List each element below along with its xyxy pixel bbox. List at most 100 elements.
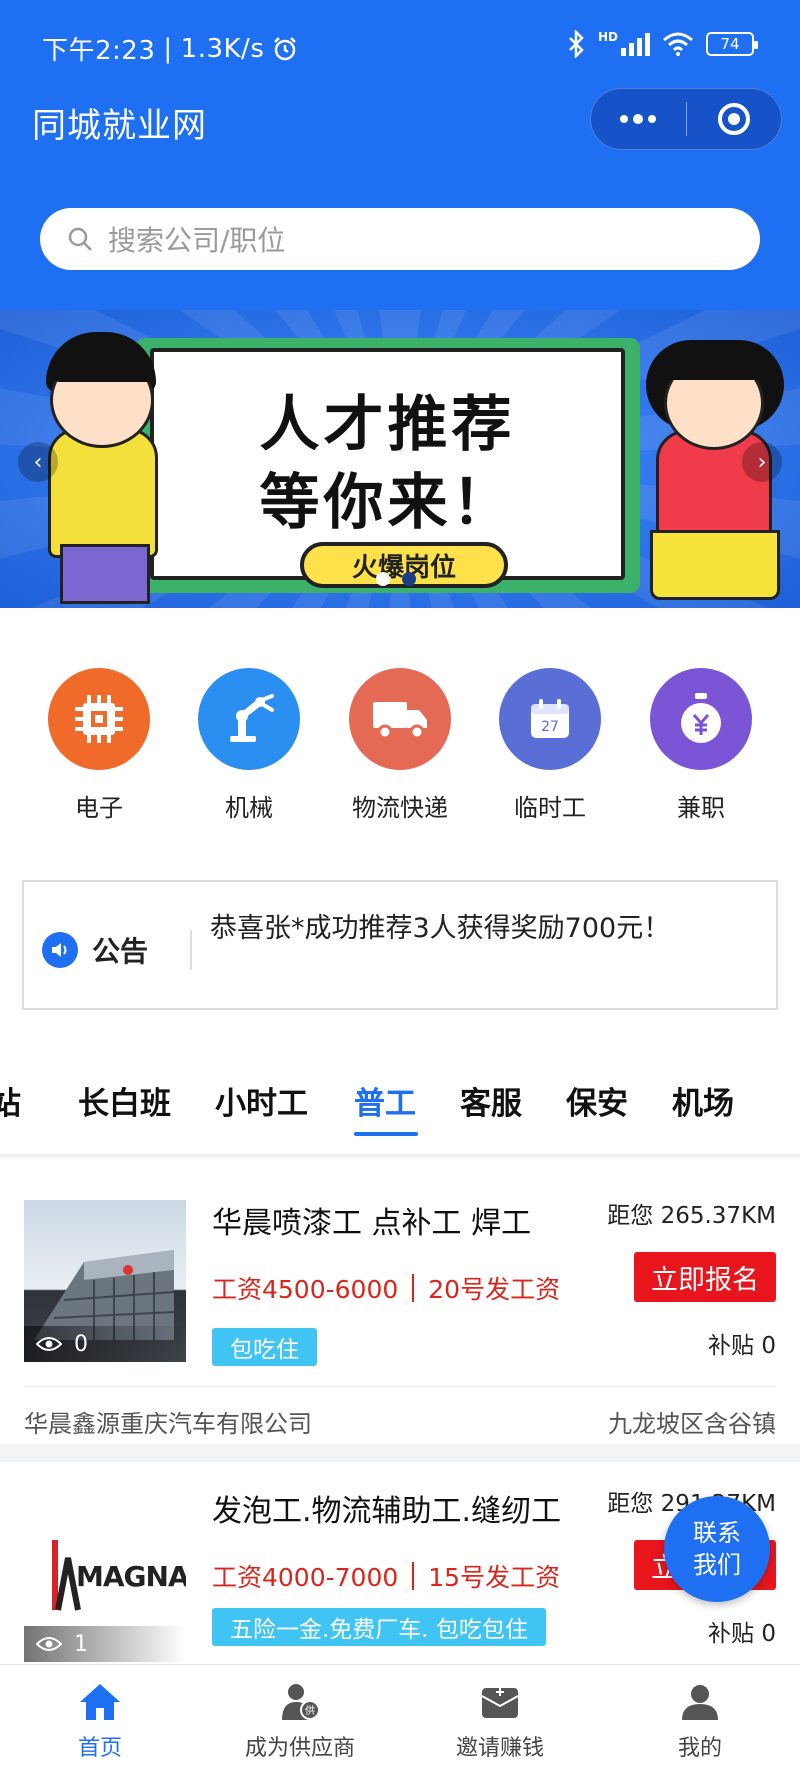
banner-dot-1[interactable]: [376, 572, 390, 586]
company-logo-text: MAGNA: [76, 1560, 186, 1593]
promo-banner[interactable]: 人才推荐 等你来！ 火爆岗位 ‹ ›: [0, 310, 800, 608]
app-title: 同城就业网: [32, 106, 207, 146]
contact-line1: 联系: [693, 1519, 741, 1547]
banner-title-line2: 等你来！: [259, 468, 516, 538]
nav-label: 我的: [677, 1735, 722, 1761]
nav-label: 成为供应商: [244, 1735, 355, 1761]
tab-customer-service[interactable]: 客服: [460, 1078, 522, 1123]
bottom-nav: 首页 供 成为供应商 邀请赚钱 我的: [0, 1664, 800, 1778]
tab-airport[interactable]: 机场: [672, 1078, 734, 1123]
category-circle-temp-work: 27: [499, 668, 601, 770]
job-title: 华晨喷漆工 点补工 焊工: [212, 1206, 532, 1241]
job-subsidy: 补贴 0: [708, 1333, 776, 1359]
job-benefit-tag: 包吃住: [212, 1328, 317, 1366]
category-label: 临时工: [514, 794, 586, 822]
tab-general-worker[interactable]: 普工: [354, 1078, 416, 1123]
status-speed: 1.3K/s: [180, 33, 265, 64]
tab-partial[interactable]: 站: [0, 1078, 21, 1123]
bluetooth-icon: [569, 30, 584, 58]
job-benefit-tag: 五险一金.免费厂车. 包吃包住: [212, 1608, 546, 1646]
job-thumbnail: MAGNA 1: [24, 1500, 186, 1662]
salary-divider: [412, 1562, 415, 1590]
banner-pagination: [376, 572, 416, 586]
banner-dot-2[interactable]: [402, 572, 416, 586]
apply-now-button[interactable]: 立即报名: [634, 1252, 776, 1302]
home-icon: [80, 1683, 120, 1720]
category-grid: 电子 机械 物流快递 27 临时工 兼职: [0, 608, 800, 868]
search-placeholder: 搜索公司/职位: [108, 224, 286, 257]
signal-icon: [621, 33, 650, 56]
job-subsidy: 补贴 0: [708, 1621, 776, 1647]
salary-divider: [412, 1274, 415, 1302]
job-payday: 20号发工资: [428, 1275, 561, 1304]
category-label: 机械: [225, 794, 273, 822]
profile-icon: [682, 1684, 718, 1720]
category-part-time[interactable]: 兼职: [631, 668, 771, 823]
notice-title: 公告: [92, 935, 149, 968]
banner-prev-arrow[interactable]: ‹: [18, 442, 58, 482]
mini-program-capsule: [590, 88, 782, 150]
tab-day-shift[interactable]: 长白班: [78, 1078, 171, 1123]
category-temp-work[interactable]: 27 临时工: [480, 668, 620, 823]
nav-profile[interactable]: 我的: [600, 1665, 800, 1778]
calendar-icon: 27: [531, 699, 569, 738]
notice-text: 恭喜张*成功推荐3人获得奖励700元！: [210, 913, 671, 944]
search-input[interactable]: 搜索公司/职位: [40, 208, 760, 270]
job-card[interactable]: 0 华晨喷漆工 点补工 焊工 工资4500-6000 20号发工资 包吃住 距您…: [0, 1158, 800, 1444]
tab-hourly[interactable]: 小时工: [215, 1078, 308, 1123]
job-thumbnail: 0: [24, 1200, 186, 1362]
banner-next-arrow[interactable]: ›: [742, 442, 782, 482]
alarm-icon: [274, 36, 297, 60]
nav-invite[interactable]: 邀请赚钱: [400, 1665, 600, 1778]
category-label: 物流快递: [352, 794, 448, 822]
contact-line2: 我们: [693, 1551, 741, 1579]
search-icon: [68, 227, 92, 251]
nav-label: 首页: [77, 1735, 122, 1761]
header: 下午2:23 | 1.3K/s HD 74 同城就业网 搜索公司/职位: [0, 0, 800, 310]
invite-icon: [481, 1687, 519, 1718]
nav-home[interactable]: 首页: [0, 1665, 200, 1778]
network-label: HD: [597, 30, 618, 44]
category-machinery[interactable]: 机械: [179, 668, 319, 823]
battery-level: 74: [720, 35, 740, 53]
job-type-tabs: 站 长白班 小时工 普工 客服 保安 机场: [0, 1018, 800, 1156]
supplier-icon: 供: [282, 1683, 320, 1720]
notice-bar[interactable]: 公告 恭喜张*成功推荐3人获得奖励700元！: [22, 880, 778, 1010]
battery-indicator: 74: [706, 32, 758, 56]
status-left: 下午2:23 | 1.3K/s: [42, 30, 298, 67]
view-count-value: 1: [74, 1631, 88, 1657]
wifi-icon: [663, 32, 693, 56]
job-salary: 工资4000-7000: [212, 1563, 399, 1592]
more-dots-icon: [620, 114, 657, 124]
tab-active-indicator: [354, 1132, 418, 1136]
status-time: 下午2:23: [42, 36, 156, 66]
truck-icon: [373, 702, 427, 740]
stopwatch-yen-icon: [681, 693, 721, 743]
category-circle-part-time: [650, 668, 752, 770]
category-circle-machinery: [198, 668, 300, 770]
category-electronics[interactable]: 电子: [29, 668, 169, 823]
notice-section: 公告 恭喜张*成功推荐3人获得奖励700元！: [0, 868, 800, 1018]
view-count-value: 0: [74, 1331, 88, 1357]
status-right: HD 74: [566, 30, 758, 58]
nav-label: 邀请赚钱: [455, 1735, 544, 1761]
target-close-icon: [717, 103, 750, 135]
category-circle-electronics: [48, 668, 150, 770]
view-count: 1: [24, 1626, 186, 1662]
banner-title-line1: 人才推荐: [259, 390, 516, 460]
close-miniprogram-button[interactable]: [687, 89, 782, 149]
tab-security[interactable]: 保安: [566, 1078, 628, 1123]
status-sep: |: [163, 33, 173, 64]
speaker-icon: [42, 932, 78, 968]
job-salary-row: 工资4500-6000 20号发工资: [212, 1270, 560, 1306]
contact-us-button[interactable]: 联系 我们: [664, 1496, 770, 1602]
job-distance: 距您 265.37KM: [607, 1203, 776, 1229]
status-bar: 下午2:23 | 1.3K/s HD 74: [0, 0, 800, 92]
job-payday: 15号发工资: [428, 1563, 561, 1592]
nav-supplier[interactable]: 供 成为供应商: [200, 1665, 400, 1778]
category-logistics[interactable]: 物流快递: [330, 668, 470, 823]
svg-text:27: 27: [541, 719, 559, 735]
job-location: 九龙坡区含谷镇: [608, 1410, 776, 1438]
notice-divider: [190, 930, 192, 970]
more-button[interactable]: [591, 89, 686, 149]
